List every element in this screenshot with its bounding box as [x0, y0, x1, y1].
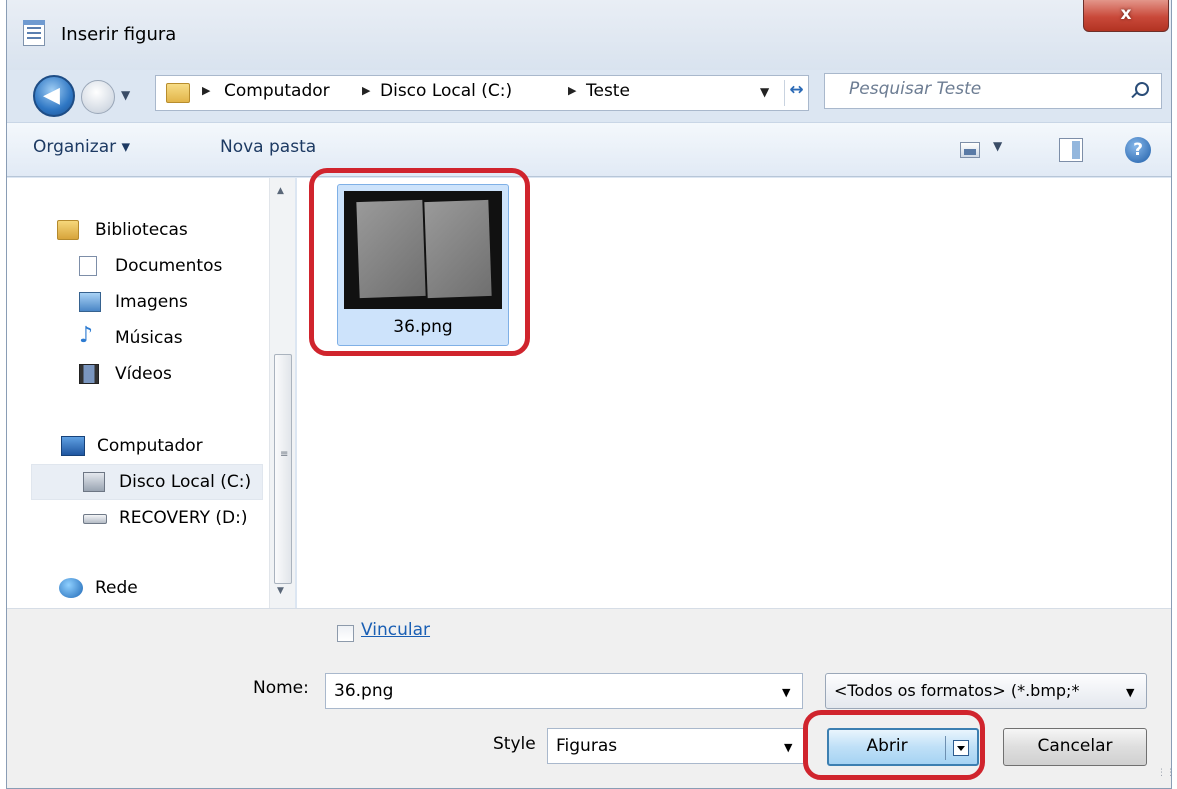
- organize-button[interactable]: Organizar ▾: [33, 137, 130, 157]
- music-icon: ♪: [79, 323, 94, 348]
- help-icon[interactable]: ?: [1125, 137, 1151, 163]
- navigation-pane: Bibliotecas Documentos Imagens ♪ Músicas…: [7, 178, 295, 608]
- back-button[interactable]: ◀: [33, 75, 75, 117]
- sidebar-item-label: Músicas: [115, 328, 183, 348]
- link-checkbox[interactable]: [337, 625, 354, 642]
- window-title: Inserir figura: [61, 24, 177, 45]
- view-options-dropdown-icon[interactable]: ▼: [993, 139, 1002, 153]
- sidebar-item-label: Documentos: [115, 256, 223, 276]
- local-disk-icon: [83, 472, 105, 492]
- pictures-icon: [79, 292, 101, 312]
- style-select[interactable]: Figuras ▼: [547, 728, 805, 764]
- new-folder-button[interactable]: Nova pasta: [220, 137, 316, 157]
- resize-grip-icon[interactable]: ⋮⋮: [1157, 768, 1171, 778]
- scroll-up-icon[interactable]: ▲: [277, 186, 284, 196]
- filename-label: Nome:: [253, 678, 309, 698]
- cancel-button-label: Cancelar: [1037, 736, 1113, 756]
- refresh-icon[interactable]: ↔: [784, 80, 808, 106]
- scroll-down-icon[interactable]: ▼: [277, 586, 284, 596]
- search-placeholder: Pesquisar Teste: [849, 79, 982, 99]
- breadcrumb-separator-icon[interactable]: ▶: [568, 84, 576, 97]
- preview-pane-icon[interactable]: [1059, 138, 1083, 162]
- filename-value: 36.png: [334, 681, 394, 701]
- libraries-icon: [57, 220, 79, 240]
- sidebar-item-label: Vídeos: [115, 364, 172, 384]
- dialog-window: Inserir figura x ◀ ▼ ▶ Computador ▶ Disc…: [6, 0, 1172, 789]
- document-icon: [23, 20, 45, 46]
- videos-icon: [79, 364, 99, 384]
- open-button-highlight-annotation: [803, 710, 985, 780]
- drive-icon: [83, 514, 107, 524]
- grip-icon: ≡: [280, 449, 289, 460]
- sidebar-item-label: Bibliotecas: [95, 220, 188, 240]
- forward-button[interactable]: [81, 80, 115, 114]
- file-highlight-annotation: [309, 168, 530, 356]
- style-label: Style: [493, 734, 536, 754]
- change-view-icon[interactable]: [960, 142, 980, 158]
- sidebar-item-label: Disco Local (C:): [119, 472, 252, 492]
- scrollbar-thumb[interactable]: ≡: [274, 354, 292, 584]
- breadcrumb-computador[interactable]: Computador: [224, 81, 330, 101]
- sidebar-item-label: Computador: [97, 436, 203, 456]
- back-arrow-icon: ◀: [43, 83, 60, 108]
- folder-icon: [166, 83, 190, 103]
- style-dropdown-icon[interactable]: ▼: [784, 741, 792, 754]
- breadcrumb-disco-local[interactable]: Disco Local (C:): [380, 81, 512, 101]
- address-bar[interactable]: ▶ Computador ▶ Disco Local (C:) ▶ Teste …: [155, 75, 809, 111]
- search-input[interactable]: Pesquisar Teste: [824, 73, 1162, 109]
- link-label[interactable]: Vincular: [361, 620, 430, 640]
- network-icon: [59, 578, 83, 598]
- sidebar-item-label: Rede: [95, 578, 138, 598]
- recent-locations-dropdown-icon[interactable]: ▼: [121, 88, 130, 102]
- title-bar: Inserir figura x ◀ ▼ ▶ Computador ▶ Disc…: [7, 0, 1171, 117]
- sidebar-item-label: RECOVERY (D:): [119, 508, 248, 528]
- style-value: Figuras: [556, 736, 618, 756]
- command-bar: Organizar ▾ Nova pasta ▼ ?: [7, 122, 1171, 177]
- computer-icon: [61, 436, 85, 456]
- breadcrumb-separator-icon[interactable]: ▶: [202, 84, 210, 97]
- close-button[interactable]: x: [1083, 0, 1169, 32]
- file-type-select[interactable]: <Todos os formatos> (*.bmp;* ▼: [825, 673, 1147, 709]
- breadcrumb-teste[interactable]: Teste: [586, 81, 630, 101]
- search-icon[interactable]: [1135, 82, 1149, 96]
- file-type-value: <Todos os formatos> (*.bmp;*: [834, 681, 1080, 700]
- address-dropdown-icon[interactable]: ▼: [760, 85, 769, 99]
- filename-dropdown-icon[interactable]: ▼: [782, 686, 790, 699]
- filename-input[interactable]: 36.png ▼: [325, 673, 803, 709]
- cancel-button[interactable]: Cancelar: [1003, 728, 1147, 766]
- documents-icon: [79, 256, 97, 276]
- breadcrumb-separator-icon[interactable]: ▶: [362, 84, 370, 97]
- sidebar-item-label: Imagens: [115, 292, 188, 312]
- navigation-scrollbar[interactable]: ▲ ≡ ▼: [269, 178, 295, 608]
- file-type-dropdown-icon[interactable]: ▼: [1126, 686, 1134, 699]
